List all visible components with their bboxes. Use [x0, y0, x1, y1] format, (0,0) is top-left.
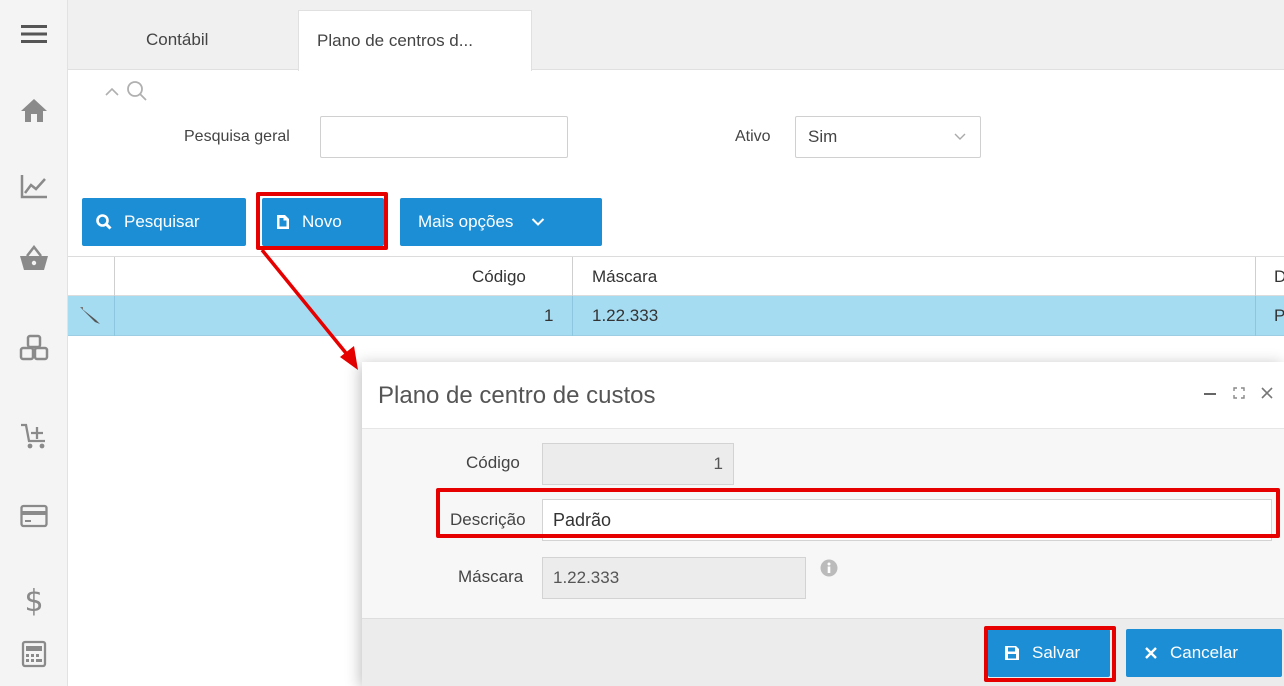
save-button[interactable]: Salvar: [988, 629, 1110, 677]
descricao-value: Padrão: [553, 509, 612, 530]
mascara-value: 1.22.333: [553, 568, 620, 587]
minimize-icon[interactable]: [1202, 384, 1218, 405]
cancel-button[interactable]: Cancelar: [1126, 629, 1282, 677]
maximize-icon[interactable]: [1232, 384, 1246, 405]
mascara-label: Máscara: [458, 567, 524, 586]
codigo-label: Código: [466, 453, 520, 472]
cancel-button-label: Cancelar: [1170, 643, 1239, 662]
descricao-field[interactable]: Padrão: [542, 499, 1272, 541]
codigo-value: 1: [713, 454, 723, 473]
dialog-footer: Salvar Cancelar: [362, 618, 1284, 686]
close-icon: [1144, 646, 1158, 660]
save-icon: [1004, 645, 1020, 661]
close-icon[interactable]: [1260, 384, 1274, 405]
dialog-title: Plano de centro de custos: [378, 382, 656, 409]
descricao-label: Descrição: [450, 510, 526, 529]
dialog-body: Código 1 Descrição Padrão Máscara 1.22.3…: [362, 428, 1284, 618]
mascara-field[interactable]: 1.22.333: [542, 557, 806, 599]
info-icon[interactable]: [820, 559, 838, 582]
codigo-field[interactable]: 1: [542, 443, 734, 485]
cost-center-dialog: Plano de centro de custos Código 1 Descr…: [362, 362, 1284, 686]
save-button-label: Salvar: [1032, 643, 1081, 662]
dialog-controls: [1202, 384, 1274, 405]
